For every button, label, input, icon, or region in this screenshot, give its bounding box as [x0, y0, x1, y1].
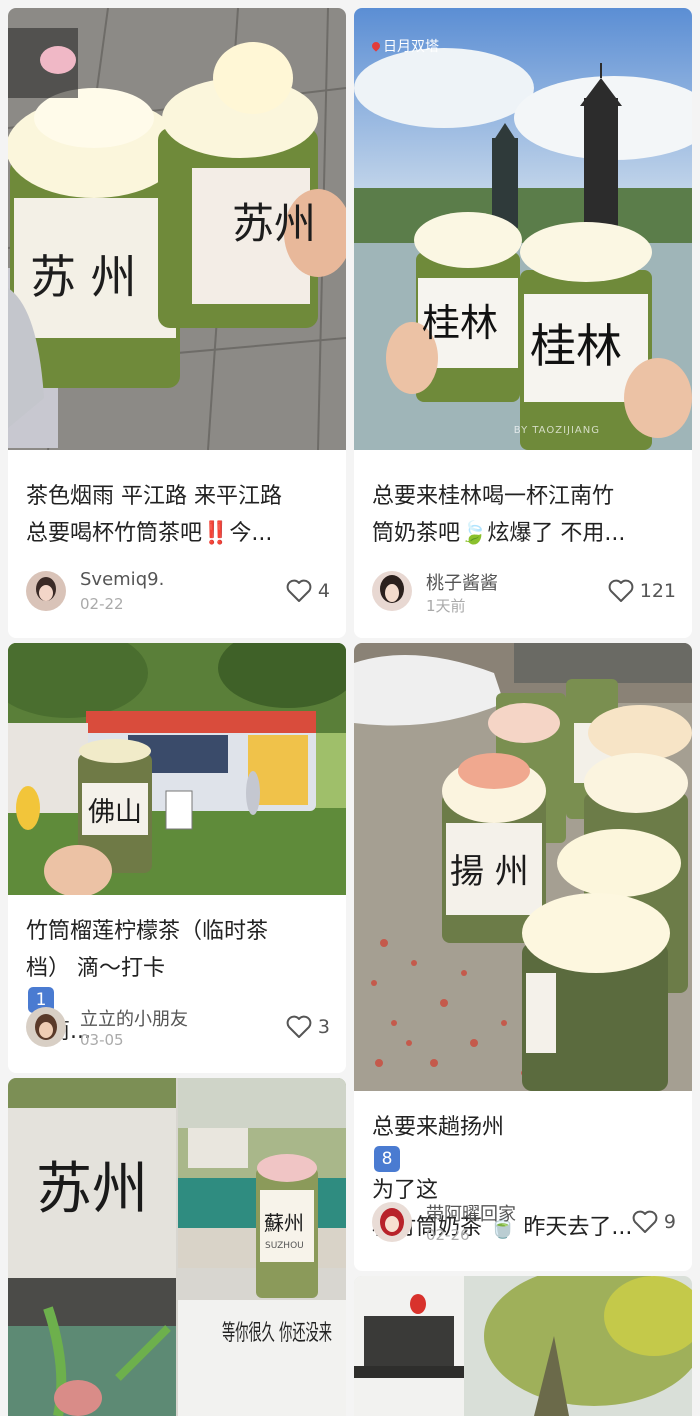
cup-label-right: 苏州	[232, 199, 316, 248]
avatar[interactable]	[26, 571, 66, 611]
post-card-6[interactable]	[354, 1276, 692, 1416]
like-count: 4	[317, 580, 330, 602]
photo-watermark: BY TAOZIJIANG	[513, 425, 600, 436]
post-date: 03-05	[80, 1031, 124, 1049]
post-card-2[interactable]: 桂林 桂林 日月双塔 BY TAOZIJIANG 总要来桂林喝一杯江南竹 筒奶茶…	[354, 8, 692, 638]
post-date: 02-26	[426, 1226, 470, 1244]
cup-label-left: 桂林	[422, 301, 498, 345]
heart-outline-icon	[286, 1015, 312, 1038]
post-date: 02-22	[80, 595, 124, 613]
like-button[interactable]: 121	[608, 577, 676, 605]
author-name[interactable]: Svemiq9.	[80, 569, 164, 590]
heart-outline-icon	[608, 579, 634, 602]
post-card-3[interactable]: 佛山 竹筒榴莲柠檬茶（临时茶 档） 滴～打卡 1 竹筒... 立立的小朋友 03…	[8, 643, 346, 1073]
location-pin-icon	[370, 40, 382, 52]
like-button[interactable]: 3	[286, 1013, 330, 1041]
post-title-line-1: 总要来趟扬州 8 为了这	[372, 1115, 505, 1203]
avatar[interactable]	[372, 571, 412, 611]
author-name[interactable]: 立立的小朋友	[80, 1005, 188, 1031]
post-card-1[interactable]: 苏 州 苏州 茶色烟雨 平江路 来平江路 总要喝杯竹筒茶吧‼️今... Svem…	[8, 8, 346, 638]
post-image[interactable]: 苏州 蘇州 SUZHOU 等你很久 你还没来	[8, 1078, 346, 1416]
post-meta: 带阿曜回家 02-26 9	[372, 1200, 676, 1246]
author-name[interactable]: 带阿曜回家	[426, 1200, 516, 1226]
post-card-5[interactable]: 苏州 蘇州 SUZHOU 等你很久 你还没来	[8, 1078, 346, 1416]
author-name[interactable]: 桃子酱酱	[426, 569, 498, 595]
cup-sublabel: SUZHOU	[265, 1241, 304, 1251]
like-count: 121	[639, 580, 676, 602]
handwritten-note: 等你很久 你还没来	[222, 1321, 332, 1346]
cup-label: 揚 州	[450, 852, 529, 892]
location-tag[interactable]: 日月双塔	[370, 36, 439, 56]
avatar[interactable]	[26, 1007, 66, 1047]
like-count: 9	[663, 1211, 676, 1233]
cup-label-right: 桂林	[530, 319, 622, 373]
heart-outline-icon	[632, 1210, 658, 1233]
cup-label: 蘇州	[264, 1211, 304, 1235]
cup-label: 佛山	[88, 797, 142, 828]
location-label: 日月双塔	[383, 39, 439, 55]
post-image[interactable]: 揚 州	[354, 643, 692, 1091]
like-count: 3	[317, 1016, 330, 1038]
post-card-4[interactable]: 揚 州 总要来趟扬州 8 为了这 杯竹筒奶茶 🍵 昨天去了... 带阿曜回家 0…	[354, 643, 692, 1271]
post-meta: 立立的小朋友 03-05 3	[26, 1005, 330, 1051]
post-image[interactable]	[354, 1276, 692, 1416]
like-button[interactable]: 9	[632, 1208, 676, 1236]
cup-label-left: 苏 州	[30, 250, 137, 304]
post-title-line-2: 总要喝杯竹筒茶吧‼️今...	[26, 521, 273, 546]
post-image[interactable]: 佛山	[8, 643, 346, 895]
post-title-line-2: 筒奶茶吧🍃炫爆了 不用...	[372, 521, 626, 546]
keycap-badge: 8	[374, 1146, 400, 1172]
post-title-line-1: 总要来桂林喝一杯江南竹	[372, 484, 615, 509]
post-meta: 桃子酱酱 1天前 121	[372, 569, 676, 615]
post-title-line-1: 茶色烟雨 平江路 来平江路	[26, 484, 282, 509]
post-image[interactable]: 苏 州 苏州	[8, 8, 346, 450]
avatar[interactable]	[372, 1202, 412, 1242]
post-title-line-1: 竹筒榴莲柠檬茶（临时茶	[26, 919, 269, 944]
post-date: 1天前	[426, 597, 466, 615]
post-title[interactable]: 总要来桂林喝一杯江南竹 筒奶茶吧🍃炫爆了 不用...	[372, 478, 676, 552]
post-meta: Svemiq9. 02-22 4	[26, 569, 330, 615]
heart-outline-icon	[286, 579, 312, 602]
post-image[interactable]: 桂林 桂林 日月双塔 BY TAOZIJIANG	[354, 8, 692, 450]
leaf-icon: 🍃	[460, 521, 488, 546]
double-exclamation-icon: ‼️	[202, 521, 230, 546]
wall-calligraphy: 苏州	[36, 1157, 148, 1222]
like-button[interactable]: 4	[286, 577, 330, 605]
post-title[interactable]: 茶色烟雨 平江路 来平江路 总要喝杯竹筒茶吧‼️今...	[26, 478, 330, 552]
